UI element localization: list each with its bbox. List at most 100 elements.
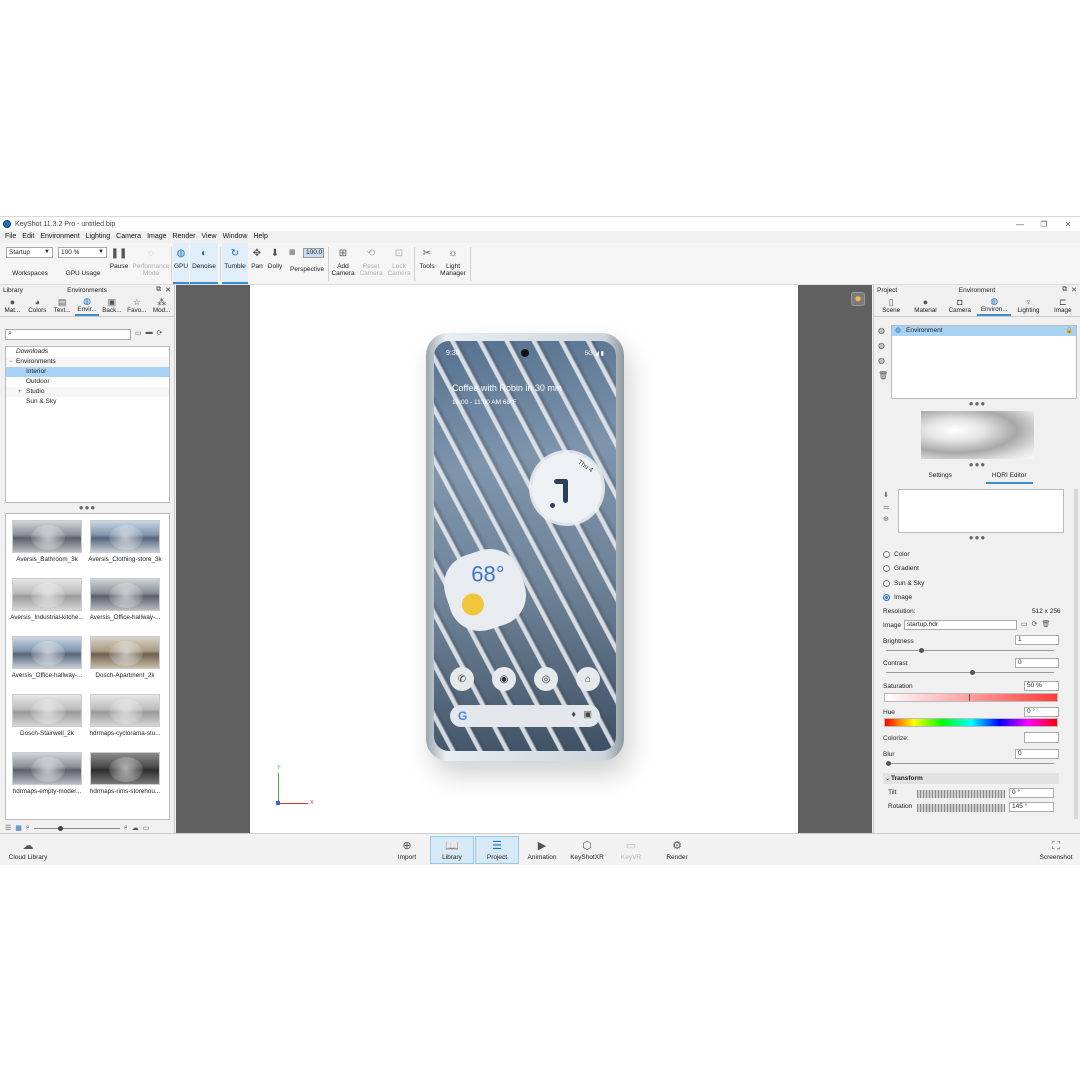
keyvr-button[interactable]: ▭ KeyVR [617,836,645,864]
tree-item-interior[interactable]: Interior [6,367,169,377]
import-button[interactable]: ⊕ Import [392,836,422,864]
project-panel-scrollbar[interactable] [1074,489,1078,819]
blur-input[interactable]: 0 [1015,749,1059,759]
tab-scene[interactable]: ▯ Scene [874,295,908,316]
tab-lighting[interactable]: ♀ Lighting [1011,295,1045,316]
library-toggle-button[interactable]: 📖 Library [430,836,474,864]
light-manager-button[interactable]: ☼ Light Manager [438,243,468,284]
tab-favorites[interactable]: ☆ Favo... [124,295,149,316]
environment-list-item[interactable]: ◍ Environment 🔒 [892,326,1076,336]
add-camera-button[interactable]: ⊞ Add Camera [330,243,356,284]
refresh-icon[interactable]: ⟳ [157,329,163,337]
gpu-toggle[interactable]: ◍ GPU [173,243,189,284]
add-environment-icon[interactable]: ◍ [878,326,888,335]
target-icon[interactable]: ⊕ [883,515,889,523]
move-down-icon[interactable]: ⬇ [883,491,889,499]
minimize-button[interactable]: — [1008,217,1032,231]
image-file-field[interactable]: startup.hdr [904,620,1017,630]
tilt-jog-dial[interactable] [917,790,1005,798]
brightness-input[interactable]: 1 [1015,635,1059,645]
subtab-hdri-editor[interactable]: HDRI Editor [985,470,1033,484]
splitter-handle[interactable]: ●●● [874,461,1080,469]
folder-open-icon[interactable]: ▭ [1021,620,1028,628]
screenshot-button[interactable]: ⛶ Screenshot [1036,836,1076,864]
slider-knob[interactable] [57,825,63,831]
saturation-slider[interactable] [884,693,1058,702]
pause-button[interactable]: ❚❚ Pause [108,243,130,284]
perspective-input[interactable]: 100.0 [303,248,324,258]
tree-item-sun-sky[interactable]: Sun & Sky [6,397,169,407]
thumbnail-item[interactable]: Aversis_Office-hallway-... [8,636,86,679]
library-search-input[interactable]: ⌕ [5,329,131,340]
reset-camera-button[interactable]: ⟲ Reset Camera [358,243,384,284]
menu-window[interactable]: Window [220,231,251,243]
colorize-swatch[interactable] [1024,732,1059,743]
tab-materials[interactable]: ● Mat... [0,295,25,316]
splitter-handle[interactable]: ●●● [874,534,1080,542]
hue-slider[interactable] [884,718,1058,727]
menu-edit[interactable]: Edit [19,231,37,243]
menu-help[interactable]: Help [250,231,270,243]
tools-button[interactable]: ✂ Tools [416,243,438,284]
background-image-radio[interactable]: Image [883,594,912,601]
folder-import-icon[interactable]: ▬ [146,329,153,337]
close-button[interactable]: ✕ [1056,217,1080,231]
render-canvas[interactable]: 9:30 5G ◢ ▮ Coffee with Robin in 30 min … [250,285,798,833]
contrast-slider[interactable] [886,670,1054,675]
render-button[interactable]: ⚙ Render [662,836,692,864]
contrast-input[interactable]: 0 [1015,658,1059,668]
background-gradient-radio[interactable]: Gradient [883,565,919,572]
collapse-icon[interactable]: − [9,357,13,367]
background-sun-sky-radio[interactable]: Sun & Sky [883,580,924,587]
slider-knob[interactable] [886,761,891,766]
tab-colors[interactable]: ◕ Colors [25,295,50,316]
thumbnail-item[interactable]: hdrmaps-cyclorama-stu... [86,694,164,737]
adjustments-icon[interactable]: ⚌ [883,503,889,511]
denoise-toggle[interactable]: ◐ Denoise [190,243,218,284]
hue-input[interactable]: 0 ° [1024,707,1059,717]
thumbnail-item[interactable]: Dosch-Apartment_2k [86,636,164,679]
thumbnail-item[interactable]: hdrmaps-rims-storehou... [86,752,164,795]
thumbnail-item[interactable]: hdrmaps-empty-moder... [8,752,86,795]
tree-item-outdoor[interactable]: Outdoor [6,377,169,387]
maximize-button[interactable]: ❐ [1032,217,1056,231]
copy-environment-icon[interactable]: ◍ [878,356,888,365]
expand-icon[interactable]: + [18,387,22,397]
slider-knob[interactable] [919,648,924,653]
undock-icon[interactable]: ⧉ [156,286,161,294]
tab-camera[interactable]: ◘ Camera [943,295,977,316]
duplicate-environment-icon[interactable]: ◍ [878,341,888,350]
thumbnail-item[interactable]: Aversis_Bathroom_3k [8,520,86,563]
tab-environments[interactable]: ◍ Envir... [74,295,100,316]
menu-image[interactable]: Image [144,231,169,243]
blur-slider[interactable] [886,761,1054,766]
tab-environment[interactable]: ◍ Environ... [976,295,1012,316]
tab-models[interactable]: ⁂ Mod... [149,295,174,316]
tab-material[interactable]: ● Material [908,295,942,316]
folder-add-icon[interactable]: ▭ [135,329,142,337]
close-icon[interactable]: ✕ [1071,286,1077,294]
project-toggle-button[interactable]: ☰ Project [475,836,519,864]
background-color-radio[interactable]: Color [883,551,910,558]
thumbnail-item[interactable]: Aversis_Industrial-kitche... [8,578,86,621]
render-viewport[interactable]: 9:30 5G ◢ ▮ Coffee with Robin in 30 min … [176,285,872,833]
menu-render[interactable]: Render [170,231,199,243]
saturation-input[interactable]: 50 % [1024,681,1059,691]
workspaces-button[interactable]: Workspaces [8,243,52,284]
menu-camera[interactable]: Camera [113,231,144,243]
keyshotxr-button[interactable]: ⬡ KeyShotXR [567,836,607,864]
region-render-icon[interactable]: ✹ [851,292,865,306]
thumbnail-item[interactable]: Dosch-Stairwell_2k [8,694,86,737]
lock-icon[interactable]: 🔒 [1066,326,1073,336]
tab-textures[interactable]: ▤ Text... [50,295,75,316]
tilt-input[interactable]: 0 ° [1009,788,1054,798]
splitter-handle[interactable]: ●●● [874,400,1080,408]
tumble-tool[interactable]: ↻ Tumble [222,243,248,284]
transform-section-header[interactable]: ⌄ Transform [883,773,1059,784]
tab-image[interactable]: ⊏ Image [1046,295,1080,316]
lock-camera-button[interactable]: ⊡ Lock Camera [386,243,412,284]
menu-view[interactable]: View [199,231,220,243]
slider-knob[interactable] [970,670,975,675]
thumbnail-size-slider[interactable] [33,825,120,831]
brightness-slider[interactable] [886,648,1054,653]
